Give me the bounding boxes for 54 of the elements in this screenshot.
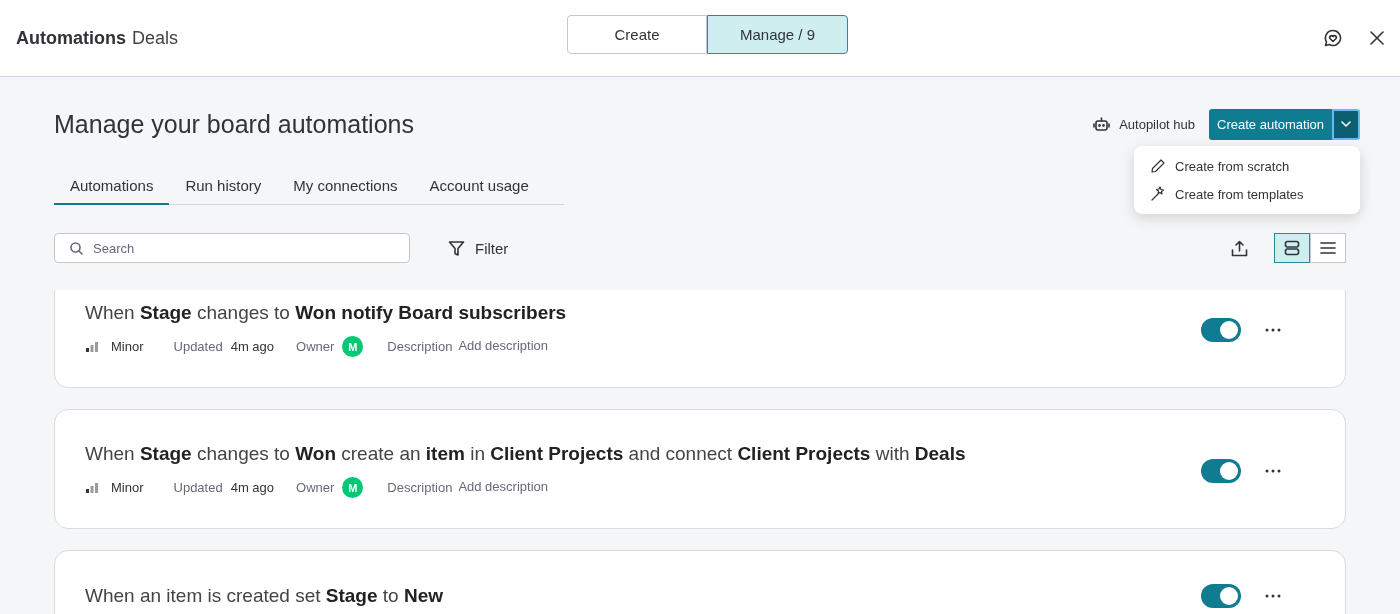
mode-tab[interactable]: Create [567, 15, 707, 54]
owner-avatar: M [342, 336, 364, 357]
search-icon [70, 242, 83, 255]
page-title: Manage your board automations [54, 109, 414, 139]
toggle-switch[interactable] [1201, 458, 1241, 483]
updated-label: Updated [173, 480, 223, 495]
app-title: Automations [16, 27, 126, 49]
list-view-button[interactable] [1310, 233, 1346, 263]
dropdown-caret-button[interactable] [1332, 108, 1360, 140]
automation-title: When Stage changes to Won create an item in Client Projects and connect Client Projects with Deals [85, 443, 966, 465]
owner-label: Owner [296, 339, 335, 354]
description-label: Description [387, 480, 453, 495]
tab[interactable]: My connections [277, 171, 414, 205]
menu-item[interactable]: Create from templates [1134, 180, 1360, 208]
automation-title: When an item is created set Stage to New [85, 585, 443, 607]
wand-icon [1150, 186, 1166, 202]
updated-label: Updated [173, 339, 223, 354]
pencil-icon [1150, 158, 1166, 174]
priority-label: Minor [111, 339, 144, 354]
board-name: Deals [132, 27, 179, 49]
toggle-switch[interactable] [1201, 584, 1241, 608]
more-icon [1265, 468, 1281, 473]
automation-title: When Stage changes to Won notify Board subscribers [85, 302, 567, 324]
tab[interactable]: Automations [54, 171, 170, 205]
description-label: Description [387, 339, 453, 354]
owner-avatar: M [342, 477, 364, 498]
create-automation-button[interactable]: Create automation [1209, 108, 1332, 140]
autopilot-hub-button[interactable]: Autopilot hub [1093, 112, 1196, 136]
more-icon [1265, 327, 1281, 332]
updated-time: 4m ago [230, 339, 275, 354]
more-icon [1265, 594, 1281, 598]
mode-tab[interactable]: Manage / 9 [707, 15, 848, 54]
tab[interactable]: Run history [169, 171, 278, 205]
upload-icon[interactable] [1231, 239, 1248, 257]
menu-item[interactable]: Create from scratch [1134, 152, 1360, 180]
signal-bars-icon [85, 340, 99, 353]
caret-icon [1341, 121, 1351, 127]
close-icon[interactable] [1370, 31, 1384, 45]
filter-button[interactable]: Filter [442, 238, 515, 258]
card-view-button[interactable] [1274, 233, 1310, 263]
priority-label: Minor [111, 480, 144, 495]
tab[interactable]: Account usage [413, 171, 545, 205]
robot-icon [1093, 116, 1111, 132]
add-description-link[interactable]: Add description [458, 479, 548, 494]
chat-heart-icon[interactable] [1324, 29, 1342, 47]
search-field[interactable]: Search [54, 233, 410, 263]
cards-icon [1284, 240, 1300, 256]
filter-icon [448, 239, 465, 257]
owner-label: Owner [296, 480, 335, 495]
add-description-link[interactable]: Add description [458, 338, 548, 353]
toggle-switch[interactable] [1201, 317, 1241, 342]
list-icon [1320, 241, 1336, 255]
updated-time: 4m ago [230, 480, 275, 495]
signal-bars-icon [85, 481, 99, 494]
